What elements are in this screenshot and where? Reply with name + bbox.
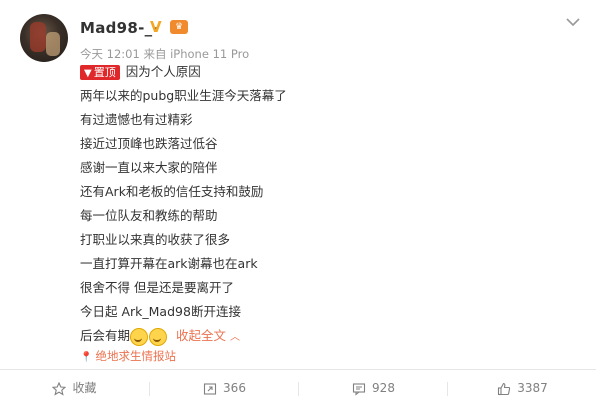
pinned-badge: ▼ 置顶 xyxy=(80,65,120,80)
post-line: 一直打算开幕在ark谢幕也在ark xyxy=(80,256,258,271)
grin-emoji-icon xyxy=(130,327,149,346)
post-line: 有过遗憾也有过精彩 xyxy=(80,112,193,127)
username[interactable]: Mad98-_- xyxy=(80,19,159,37)
post-meta: 今天 12:01 来自 iPhone 11 Pro xyxy=(80,47,250,61)
chevron-down-icon[interactable] xyxy=(565,16,581,28)
post-line: 接近过顶峰也跌落过低谷 xyxy=(80,136,218,151)
collapse-text-link[interactable]: 收起全文 ︿ xyxy=(176,328,240,343)
post-line: 很舍不得 但是还是要离开了 xyxy=(80,280,234,295)
star-icon xyxy=(52,381,67,396)
post-line: 今日起 Ark_Mad98断开连接 xyxy=(80,304,241,319)
post-line: 后会有期 收起全文 ︿ xyxy=(80,327,240,346)
comment-button[interactable]: 928 xyxy=(299,370,448,408)
location-tag[interactable]: 📍 绝地求生情报站 xyxy=(80,347,176,365)
post-line: 每一位队友和教练的帮助 xyxy=(80,208,218,223)
favorite-button[interactable]: 收藏 xyxy=(0,370,149,408)
post-line: ▼ 置顶 因为个人原因 xyxy=(80,63,201,81)
location-pin-icon: 📍 xyxy=(80,352,93,363)
verified-icon: V xyxy=(150,18,162,36)
post-line: 两年以来的pubg职业生涯今天落幕了 xyxy=(80,88,287,103)
comment-icon xyxy=(352,382,366,396)
repost-button[interactable]: 366 xyxy=(150,370,299,408)
post-line: 打职业以来真的收获了很多 xyxy=(80,232,231,247)
post-line: 还有Ark和老板的信任支持和鼓励 xyxy=(80,184,264,199)
vip-icon: ♛ xyxy=(170,20,188,34)
chevron-up-icon: ︿ xyxy=(230,332,241,343)
thumbs-up-icon xyxy=(498,382,511,395)
action-bar: 收藏 366 928 3387 xyxy=(0,370,596,408)
avatar[interactable] xyxy=(20,14,68,62)
pin-icon: ▼ xyxy=(84,68,92,79)
post-line: 感谢一直以来大家的陪伴 xyxy=(80,160,218,175)
repost-icon xyxy=(203,382,217,395)
grin-emoji-icon xyxy=(149,327,168,346)
like-button[interactable]: 3387 xyxy=(448,370,596,408)
